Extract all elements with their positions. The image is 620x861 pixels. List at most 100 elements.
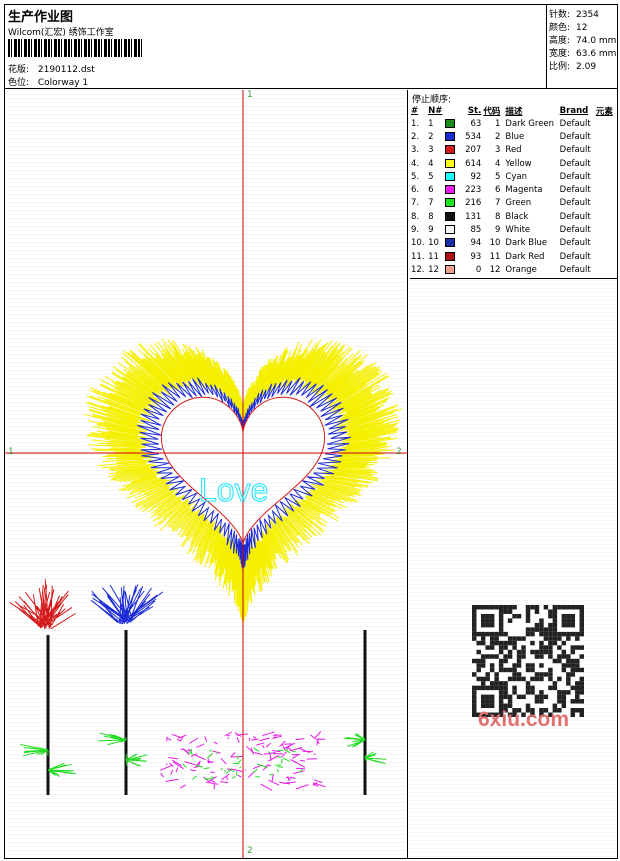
qr-module: [489, 654, 495, 659]
table-row: 12. 12 0 12 Orange Default: [410, 263, 617, 276]
qr-module: [530, 676, 535, 682]
qr-module: [552, 658, 558, 664]
row-brand: Default: [559, 145, 591, 156]
qr-module: [521, 636, 526, 641]
qr-module: [485, 676, 490, 682]
qr-module: [525, 667, 531, 673]
row-index: 5.: [411, 171, 420, 182]
qr-module: [530, 667, 535, 673]
qr-module: [539, 631, 544, 637]
qr-module: [548, 685, 553, 691]
design-stats-panel: 针数: 2354 颜色: 12 高度: 74.0 mm 宽度: 63.6 mm 比例: 2…: [549, 5, 617, 89]
qr-module: [579, 613, 584, 619]
qr-module: [539, 694, 544, 700]
row-index: 10.: [411, 238, 425, 249]
qr-module: [498, 685, 504, 691]
table-row: 4. 4 614 4 Yellow Default: [410, 157, 617, 170]
row-stitches: 92: [470, 171, 482, 182]
axis-label-top: 1: [247, 90, 253, 100]
qr-code: [472, 605, 584, 717]
row-stitches: 207: [465, 145, 482, 156]
qr-module: [512, 667, 517, 673]
row-swatch: [444, 183, 458, 196]
qr-module: [539, 618, 544, 623]
qr-module: [498, 627, 504, 632]
qr-module: [489, 618, 495, 623]
row-element: [595, 170, 617, 183]
row-code: 5: [495, 171, 501, 182]
qr-module: [534, 627, 540, 632]
qr-module: [575, 690, 580, 695]
qr-module: [498, 640, 504, 646]
row-description: Magenta: [505, 185, 543, 196]
row-code: 2: [495, 131, 501, 142]
qr-module: [503, 645, 508, 650]
qr-module: [548, 649, 553, 655]
qr-module: [548, 609, 553, 614]
qr-module: [472, 613, 477, 619]
studio-name: Wilcom(汇宏) 绣饰工作室: [8, 28, 114, 38]
qr-module: [516, 649, 522, 655]
qr-module: [534, 654, 540, 659]
worksheet-title: 生产作业图: [8, 10, 74, 25]
qr-module: [539, 676, 544, 682]
qr-module: [507, 694, 513, 700]
col-element: 元素: [595, 106, 613, 117]
qr-module: [561, 605, 567, 610]
flower-red: [9, 579, 76, 630]
qr-module: [570, 645, 576, 650]
row-code: 3: [495, 145, 501, 156]
row-code: 12: [489, 264, 501, 275]
table-row: 7. 7 216 7 Green Default: [410, 197, 617, 210]
qr-module: [498, 667, 504, 673]
row-code: 7: [495, 198, 501, 209]
qr-module: [579, 699, 584, 704]
row-description: Yellow: [505, 158, 532, 169]
qr-module: [512, 685, 517, 691]
qr-module: [557, 658, 562, 664]
qr-module: [566, 613, 571, 619]
row-brand: Default: [559, 251, 591, 262]
qr-module: [503, 609, 508, 614]
color-swatch: [445, 131, 456, 141]
qr-module: [489, 694, 495, 700]
row-code: 6: [495, 185, 501, 196]
row-index: 9.: [411, 225, 420, 236]
qr-module: [525, 605, 531, 610]
stat-stitches: 针数: 2354: [549, 10, 599, 20]
qr-module: [498, 649, 504, 655]
color-swatch: [445, 118, 456, 128]
row-brand: Default: [559, 158, 591, 169]
qr-module: [503, 685, 508, 691]
flower-blue: [90, 584, 164, 625]
stat-colors: 颜色: 12: [549, 23, 588, 33]
qr-module: [534, 672, 540, 677]
qr-module: [539, 663, 544, 668]
qr-module: [557, 645, 562, 650]
qr-module: [561, 640, 567, 646]
qr-module: [507, 649, 513, 655]
qr-module: [525, 613, 531, 619]
qr-module: [516, 654, 522, 659]
qr-module: [566, 618, 571, 623]
qr-module: [489, 667, 495, 673]
qr-module: [539, 699, 544, 704]
col-code: 代码: [483, 106, 501, 117]
row-brand: Default: [559, 185, 591, 196]
qr-module: [476, 667, 481, 673]
qr-module: [472, 703, 477, 709]
colorway-value: Colorway 1: [37, 78, 89, 88]
row-code: 11: [489, 251, 501, 262]
row-description: Dark Red: [505, 251, 545, 262]
qr-module: [489, 631, 495, 637]
qr-module: [498, 613, 504, 619]
qr-module: [579, 681, 584, 686]
qr-module: [498, 699, 504, 704]
qr-module: [552, 685, 558, 691]
qr-module: [566, 663, 571, 668]
qr-module: [561, 663, 567, 668]
qr-module: [516, 663, 522, 668]
row-description: Dark Blue: [505, 238, 548, 249]
leaf-e: [343, 733, 366, 748]
qr-module: [548, 636, 553, 641]
